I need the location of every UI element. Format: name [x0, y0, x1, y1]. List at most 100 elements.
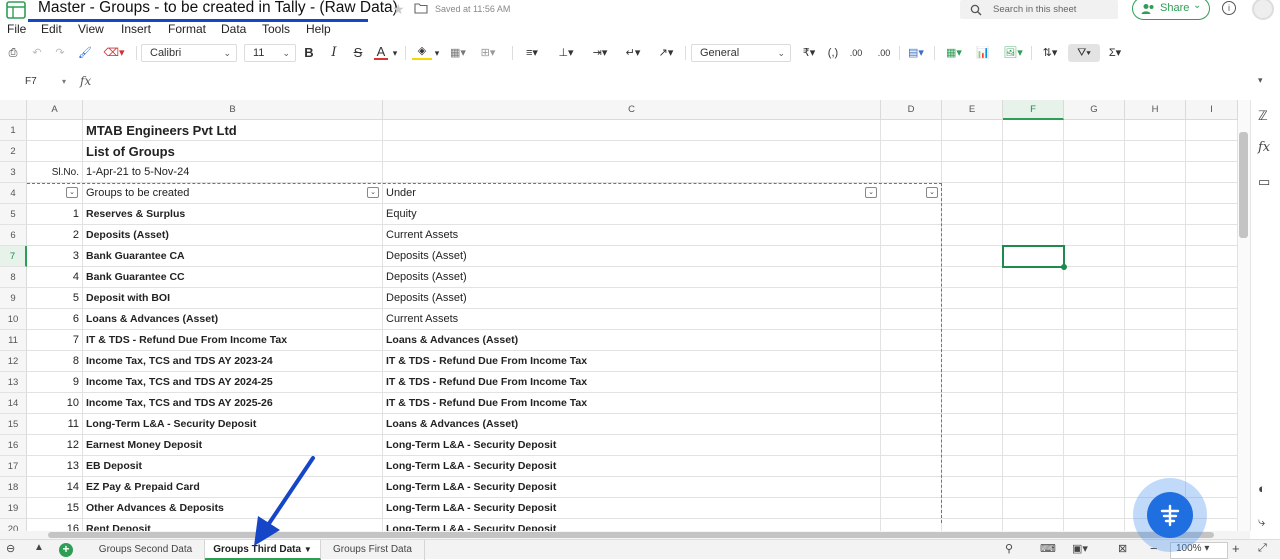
cell-under[interactable]	[383, 162, 881, 182]
cell-empty[interactable]	[1125, 183, 1186, 203]
cell-empty[interactable]	[1186, 351, 1238, 371]
cell-empty[interactable]	[942, 351, 1003, 371]
cell-under[interactable]: Long-Term L&A - Security Deposit	[383, 435, 881, 455]
cell-empty[interactable]	[1003, 183, 1064, 203]
cell-sl-no[interactable]: 1	[27, 204, 83, 224]
autosum-button[interactable]: Σ▾	[1104, 44, 1126, 62]
cell-empty[interactable]	[1064, 330, 1125, 350]
chevron-down-icon[interactable]: ▾	[432, 44, 442, 62]
cell-empty[interactable]	[1064, 393, 1125, 413]
vertical-align-icon[interactable]: ⊥▾	[553, 44, 579, 62]
cell-empty[interactable]	[942, 246, 1003, 266]
formula-input[interactable]	[100, 74, 1240, 90]
cell-group-name[interactable]: Rent Deposit	[83, 519, 383, 531]
row-header[interactable]: 18	[0, 477, 27, 498]
filter-icon[interactable]: ⛛▾	[1068, 44, 1100, 62]
cell-sl-no[interactable]: 7	[27, 330, 83, 350]
cell-group-name[interactable]: 1-Apr-21 to 5-Nov-24	[83, 162, 383, 182]
chart-icon[interactable]: 📊	[974, 44, 992, 62]
row-header[interactable]: 17	[0, 456, 27, 477]
tab-groups-first-data[interactable]: Groups First Data	[321, 540, 425, 560]
cell-group-name[interactable]: Bank Guarantee CC	[83, 267, 383, 287]
bold-button[interactable]: B	[302, 44, 316, 62]
cell-empty[interactable]	[881, 204, 942, 224]
cell-empty[interactable]	[1125, 372, 1186, 392]
fill-handle[interactable]	[1061, 264, 1067, 270]
cell-empty[interactable]	[1186, 225, 1238, 245]
cell-under[interactable]: Under	[383, 183, 881, 203]
cell-under[interactable]: IT & TDS - Refund Due From Income Tax	[383, 351, 881, 371]
comma-style-button[interactable]: (,)	[824, 44, 842, 62]
cell-empty[interactable]	[1064, 288, 1125, 308]
undo-icon[interactable]: ↶	[30, 44, 44, 62]
cell-empty[interactable]	[1064, 309, 1125, 329]
fullscreen-icon[interactable]: ⤢	[1258, 542, 1267, 555]
cell-sl-no[interactable]: 15	[27, 498, 83, 518]
insights-icon[interactable]: ℤ	[1258, 108, 1268, 124]
cell-empty[interactable]	[942, 141, 1003, 161]
cell-empty[interactable]	[1064, 372, 1125, 392]
cell-group-name[interactable]: Other Advances & Deposits	[83, 498, 383, 518]
cell-empty[interactable]	[1003, 519, 1064, 531]
cell-empty[interactable]	[1125, 330, 1186, 350]
cell-under[interactable]: Long-Term L&A - Security Deposit	[383, 519, 881, 531]
menu-edit[interactable]: Edit	[41, 22, 62, 36]
cell-empty[interactable]	[1003, 351, 1064, 371]
cell-empty[interactable]	[942, 267, 1003, 287]
text-wrap-icon[interactable]: ↵▾	[620, 44, 646, 62]
cell-empty[interactable]	[1003, 204, 1064, 224]
increase-decimal-button[interactable]: .00	[874, 44, 894, 62]
cell-empty[interactable]	[881, 351, 942, 371]
row-header[interactable]: 15	[0, 414, 27, 435]
cell-empty[interactable]	[1003, 330, 1064, 350]
cell-empty[interactable]	[881, 477, 942, 497]
cell-empty[interactable]	[881, 225, 942, 245]
cell-empty[interactable]	[1125, 414, 1186, 434]
cell-empty[interactable]	[881, 498, 942, 518]
cell-empty[interactable]	[942, 183, 1003, 203]
decrease-decimal-button[interactable]: .00	[846, 44, 866, 62]
cell-under[interactable]: Loans & Advances (Asset)	[383, 330, 881, 350]
cell-under[interactable]: Long-Term L&A - Security Deposit	[383, 456, 881, 476]
row-header[interactable]: 20	[0, 519, 27, 531]
cell-sl-no[interactable]: 2	[27, 225, 83, 245]
cell-empty[interactable]	[1125, 288, 1186, 308]
cell-empty[interactable]	[1186, 372, 1238, 392]
cell-sl-no[interactable]	[27, 120, 83, 140]
column-header-f[interactable]: F	[1003, 100, 1064, 120]
cell-empty[interactable]	[1125, 435, 1186, 455]
cell-group-name[interactable]: Income Tax, TCS and TDS AY 2025-26	[83, 393, 383, 413]
cell-sl-no[interactable]: 16	[27, 519, 83, 531]
cell-empty[interactable]	[1003, 456, 1064, 476]
cell-empty[interactable]	[1064, 246, 1125, 266]
cell-empty[interactable]	[1125, 204, 1186, 224]
cell-sl-no[interactable]: 5	[27, 288, 83, 308]
cell-empty[interactable]	[1125, 225, 1186, 245]
cell-group-name[interactable]: Deposits (Asset)	[83, 225, 383, 245]
cell-empty[interactable]	[881, 372, 942, 392]
cell-group-name[interactable]: Income Tax, TCS and TDS AY 2024-25	[83, 372, 383, 392]
cell-empty[interactable]	[942, 456, 1003, 476]
cell-under[interactable]: Current Assets	[383, 225, 881, 245]
cell-sl-no[interactable]: 12	[27, 435, 83, 455]
cell-empty[interactable]	[1064, 162, 1125, 182]
cell-reference-box[interactable]: F7 ▾	[8, 73, 68, 90]
tab-groups-third-data[interactable]: Groups Third Data ▼	[205, 540, 321, 560]
cell-empty[interactable]	[1064, 225, 1125, 245]
row-header[interactable]: 2	[0, 141, 27, 162]
menu-data[interactable]: Data	[221, 22, 246, 36]
cell-empty[interactable]	[1125, 120, 1186, 140]
assistant-fab-button[interactable]	[1147, 492, 1193, 538]
row-header[interactable]: 5	[0, 204, 27, 225]
cell-empty[interactable]	[1003, 414, 1064, 434]
row-header[interactable]: 9	[0, 288, 27, 309]
cell-empty[interactable]	[1003, 477, 1064, 497]
borders-icon[interactable]: ▦▾	[446, 44, 470, 62]
menu-tools[interactable]: Tools	[262, 22, 290, 36]
cell-empty[interactable]	[942, 288, 1003, 308]
menu-format[interactable]: Format	[168, 22, 206, 36]
column-header-a[interactable]: A	[27, 100, 83, 120]
cell-empty[interactable]	[1186, 162, 1238, 182]
view-mode-icon[interactable]: ▣▾	[1072, 542, 1088, 555]
cell-empty[interactable]	[1064, 519, 1125, 531]
